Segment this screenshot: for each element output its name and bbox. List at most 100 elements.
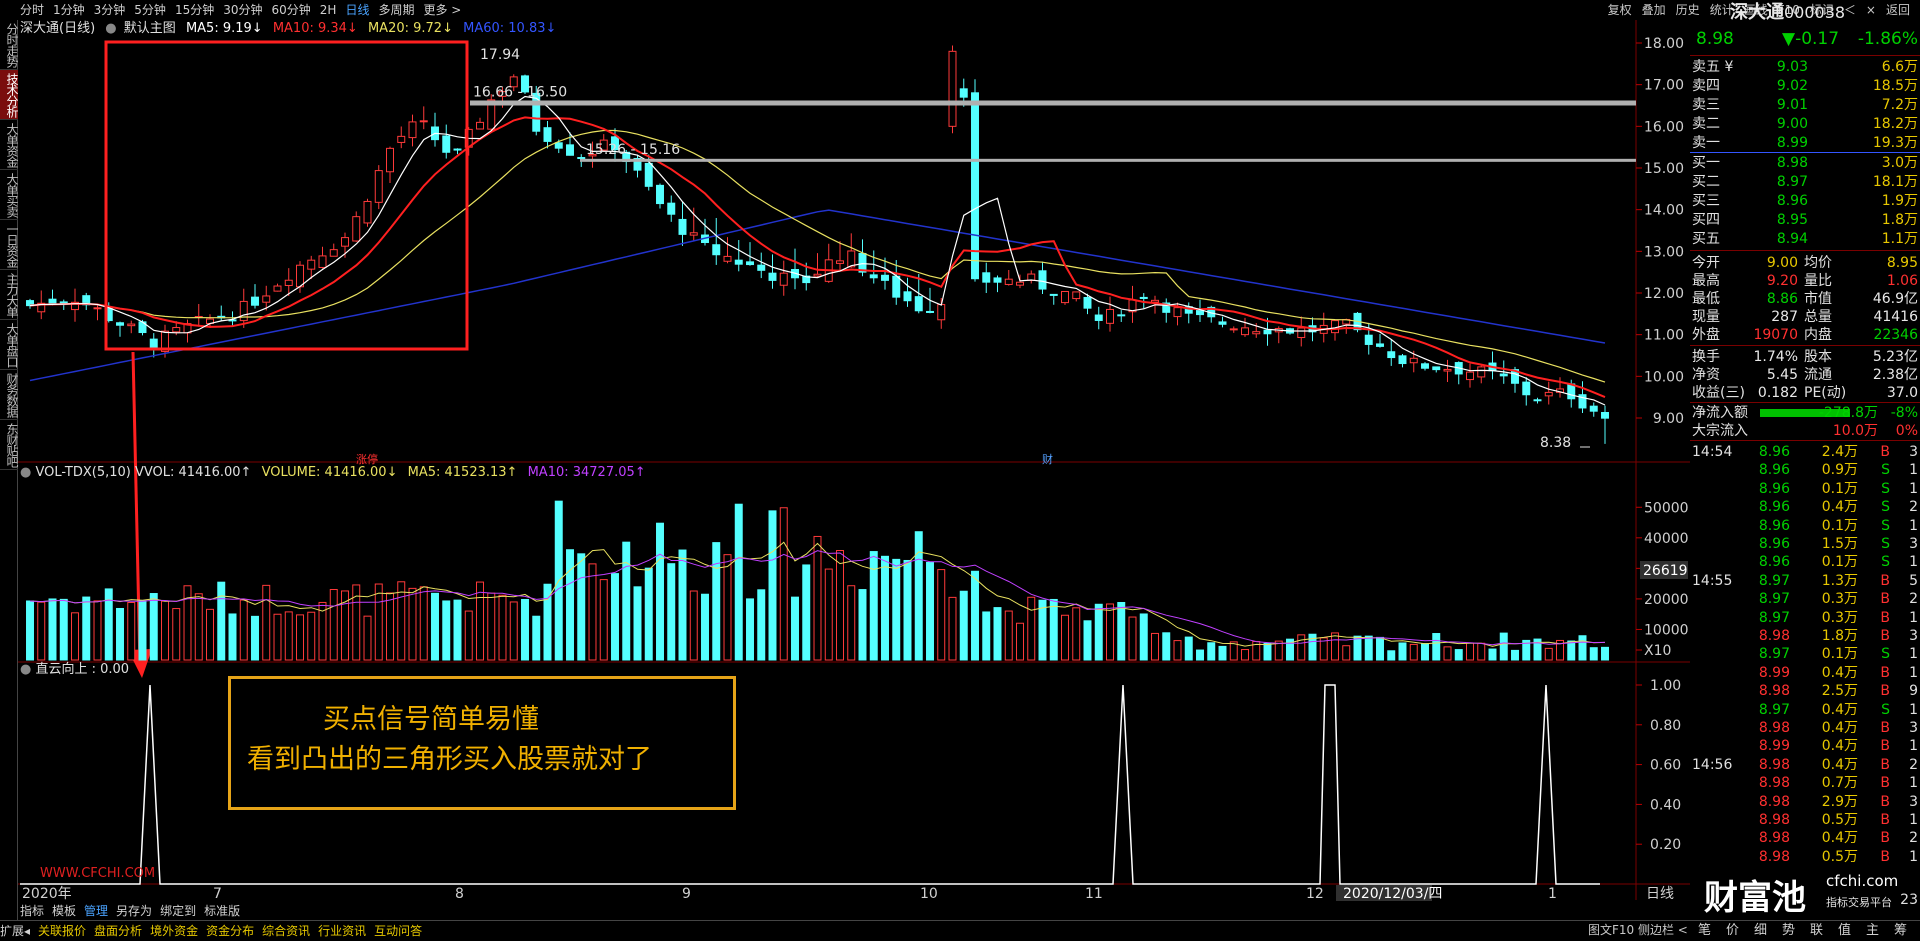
quote-row: 卖二 9.00 18.2万 xyxy=(1690,115,1920,133)
tick-time: 14:54 xyxy=(1692,444,1733,460)
volume-bar xyxy=(723,554,732,661)
volume-bar xyxy=(1499,632,1508,661)
x-axis-label: 7 xyxy=(213,886,222,902)
candle-body xyxy=(397,135,406,143)
bottom-tab[interactable]: 扩展◂ xyxy=(0,924,30,938)
tick-side: B xyxy=(1880,572,1890,589)
volume-bar xyxy=(1083,620,1092,661)
quote-tab[interactable]: 笔 xyxy=(1698,921,1711,941)
bottom-tab[interactable]: 资金分布 xyxy=(206,924,254,938)
tick-count: 2 xyxy=(1909,830,1918,847)
volume-bar xyxy=(937,569,946,661)
period-label[interactable]: 日线 xyxy=(1646,886,1674,902)
indicator-tab[interactable]: 标准版 xyxy=(204,904,240,918)
volume-indicator-name[interactable]: VOL-TDX(5,10) xyxy=(35,465,130,480)
tick-side: B xyxy=(1880,775,1890,792)
candle-body xyxy=(1106,308,1114,324)
tick-side: B xyxy=(1880,609,1890,626)
quote-row: 今开 9.00 均价 8.95 xyxy=(1690,254,1920,272)
volume-bar xyxy=(858,589,867,661)
tick-volume: 2.4万 xyxy=(1821,444,1858,460)
volume-bar xyxy=(813,535,822,661)
ask-volume: 19.3万 xyxy=(1872,135,1918,151)
flow-label: 净流入额 xyxy=(1692,405,1748,421)
volume-bar xyxy=(161,600,169,661)
indicator-tab[interactable]: 指标 xyxy=(20,904,44,918)
indicator-tab[interactable]: 管理 xyxy=(84,904,108,918)
vol-ma5-label: MA5: 41523.13↑ xyxy=(407,465,518,480)
volume-bar xyxy=(971,570,979,661)
stat-label: PE(动) xyxy=(1804,385,1847,401)
quote-tab[interactable]: 值 xyxy=(1838,921,1851,941)
volume-bar xyxy=(397,581,406,661)
volume-bar xyxy=(127,602,136,661)
sidebar-toggle[interactable]: 图文F10 侧边栏 < xyxy=(1588,920,1688,940)
bottom-tab[interactable]: 互动问答 xyxy=(374,924,422,938)
settings-icon[interactable]: ● xyxy=(20,662,31,677)
band-label: 16.66 - 16.50 xyxy=(473,85,567,101)
volume-bar xyxy=(194,593,203,661)
quote-row: 卖五 ¥ 9.03 6.6万 xyxy=(1690,58,1920,76)
candle-body xyxy=(1589,405,1598,412)
tick-price: 8.98 xyxy=(1758,812,1790,828)
indicator-tab[interactable]: 另存为 xyxy=(116,904,152,918)
volume-bars xyxy=(26,500,1609,661)
indicator-tab[interactable]: 绑定到 xyxy=(160,904,196,918)
volume-bar xyxy=(1364,635,1373,661)
quote-tab[interactable]: 细 xyxy=(1754,921,1767,941)
quote-row: 8.98 0.5万 B 1 xyxy=(1690,848,1920,866)
candle-body xyxy=(1061,290,1069,304)
candle-body xyxy=(982,272,991,283)
bottom-tab[interactable]: 关联报价 xyxy=(38,924,86,938)
volume-bar xyxy=(1421,643,1429,661)
quote-tab[interactable]: 联 xyxy=(1810,921,1823,941)
bottom-tab[interactable]: 境外资金 xyxy=(150,924,198,938)
bottom-tab[interactable]: 综合资讯 xyxy=(262,924,310,938)
price-tick-label: 9.00 xyxy=(1653,411,1684,427)
quote-row: 14:56 8.98 0.4万 B 2 xyxy=(1690,756,1920,774)
candle-body xyxy=(453,148,462,151)
flow-value: 10.0万 xyxy=(1832,423,1878,439)
indicator-tab[interactable]: 模板 xyxy=(52,904,76,918)
stat-label: 净资 xyxy=(1692,367,1720,383)
stat-value: 8.86 xyxy=(1766,291,1798,307)
price-tick-label: 14.00 xyxy=(1644,203,1684,219)
quote-row: 净流入额 -278.8万 -8% xyxy=(1690,404,1920,422)
volume-bar xyxy=(1196,649,1204,661)
annotation-line1: 买点信号简单易懂 xyxy=(323,704,539,735)
tick-price: 8.97 xyxy=(1758,591,1790,608)
bid-label: 买一 xyxy=(1692,155,1720,171)
tick-volume: 0.7万 xyxy=(1821,775,1858,792)
tick-side: B xyxy=(1880,848,1890,865)
candle-body xyxy=(1533,399,1542,402)
tick-count: 23 xyxy=(1900,892,1918,908)
tick-count: 1 xyxy=(1909,609,1918,626)
volume-bar xyxy=(26,600,34,661)
bottom-tab[interactable]: 行业资讯 xyxy=(318,924,366,938)
indicator-name[interactable]: 直云向上 : 0.00 xyxy=(35,662,129,677)
quote-row: 8.96 0.1万 S 1 xyxy=(1690,553,1920,571)
quote-row: 8.98 ▼-0.17 -1.86% xyxy=(1690,30,1920,52)
volume-bar xyxy=(307,611,316,661)
tick-price: 8.96 xyxy=(1758,554,1790,571)
tick-price: 8.99 xyxy=(1758,738,1790,755)
tick-side: B xyxy=(1880,756,1890,773)
tick-price: 8.96 xyxy=(1758,517,1790,534)
volume-bar xyxy=(1106,603,1114,661)
volume-bar xyxy=(1004,610,1013,661)
tick-price: 8.99 xyxy=(1758,664,1790,681)
quote-tab[interactable]: 筹 xyxy=(1894,921,1907,941)
volume-bar xyxy=(1589,647,1598,661)
quote-row: 8.97 0.4万 S 1 xyxy=(1690,701,1920,719)
tick-volume: 0.1万 xyxy=(1821,480,1858,497)
x-axis-label: 2020/12/03/四 xyxy=(1343,886,1442,902)
quote-tab[interactable]: 价 xyxy=(1726,921,1739,941)
ask-label: 卖三 xyxy=(1692,97,1720,113)
stat-label: 量比 xyxy=(1804,273,1832,289)
band-label: 15.26 - 15.16 xyxy=(586,142,680,158)
settings-icon[interactable]: ● xyxy=(20,465,31,480)
quote-tab[interactable]: 主 xyxy=(1866,921,1879,941)
quote-tab[interactable]: 势 xyxy=(1782,921,1795,941)
bottom-tab[interactable]: 盘面分析 xyxy=(94,924,142,938)
volume-bar xyxy=(239,599,248,661)
